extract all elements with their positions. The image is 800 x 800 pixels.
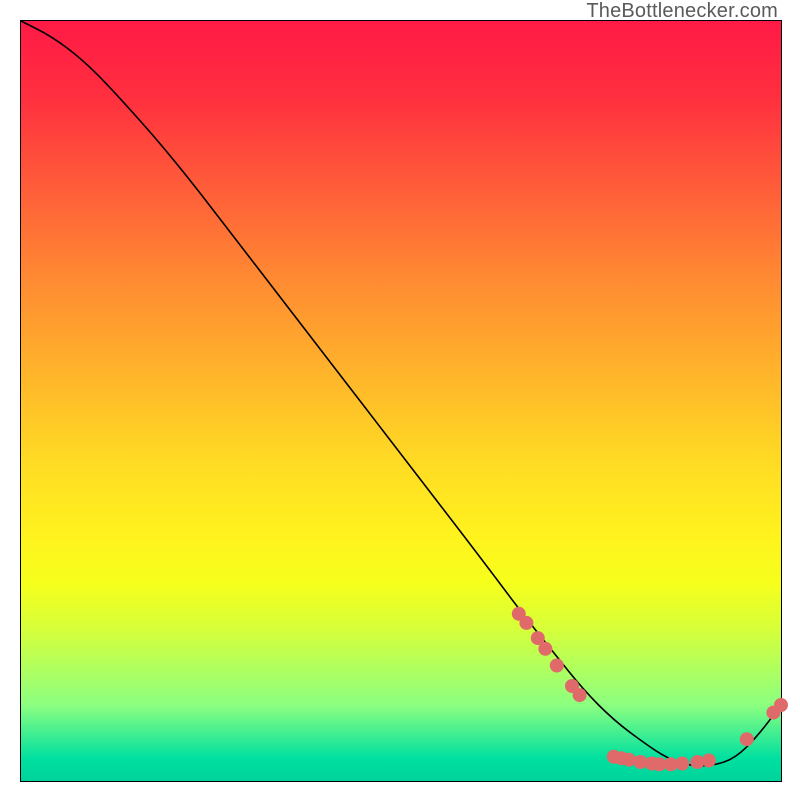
data-marker — [774, 698, 788, 712]
data-marker — [550, 659, 564, 673]
data-marker — [675, 757, 689, 771]
data-marker — [573, 688, 587, 702]
curve-svg — [21, 21, 781, 781]
plot-area — [20, 20, 782, 782]
data-marker — [538, 642, 552, 656]
chart-container: TheBottlenecker.com — [0, 0, 800, 800]
data-marker — [702, 754, 716, 768]
data-marker — [519, 616, 533, 630]
data-marker — [740, 732, 754, 746]
bottleneck-curve — [21, 21, 781, 766]
